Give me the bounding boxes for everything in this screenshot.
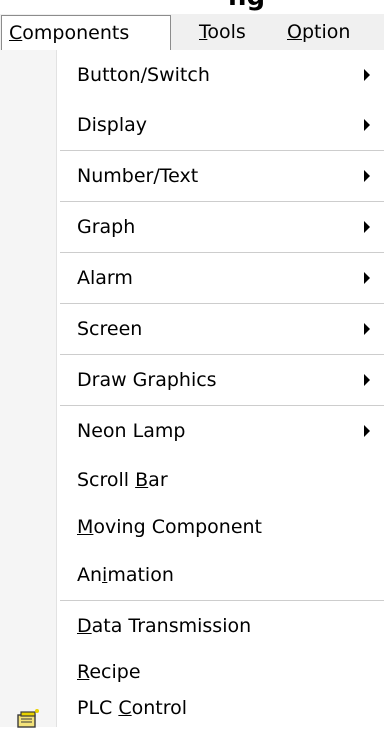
menu-item-label: Button/Switch [77,64,210,86]
mnemonic-letter: D [77,615,92,637]
menu-option[interactable]: Option [287,14,350,50]
mnemonic-letter: R [77,661,90,683]
menu-item-number-text[interactable]: Number/Text [0,151,384,201]
menu-item-label: Neon Lamp [77,420,186,442]
menu-item-alarm[interactable]: Alarm [0,253,384,303]
menu-item-neon-lamp[interactable]: Neon Lamp [0,406,384,456]
mnemonic-letter: B [135,469,149,491]
menu-components-label: omponents [22,22,130,44]
label-part: ar [148,469,168,491]
menu-item-moving-component[interactable]: Moving Component [0,502,384,552]
menu-bar: Components Tools Option [0,14,384,51]
menu-item-data-transmission[interactable]: Data Transmission [0,601,384,651]
menu-item-label: Alarm [77,267,133,289]
label-part: oving Component [93,516,263,538]
menu-item-label: Number/Text [77,165,199,187]
plc-control-icon [16,698,40,728]
submenu-arrow-icon [364,374,370,386]
submenu-arrow-icon [364,323,370,335]
label-part: PLC [77,697,119,719]
menu-tools-label: ools [207,21,246,43]
menu-option-mnemonic: O [287,21,302,43]
menu-item-display[interactable]: Display [0,100,384,150]
window-title-remnant: ng [0,0,384,14]
mnemonic-letter: M [77,516,94,538]
menu-components[interactable]: Components [1,15,171,51]
menu-item-animation[interactable]: Animation [0,550,384,600]
menu-item-label: Scroll Bar [77,455,168,505]
plc-control-icon-graphic [17,709,39,728]
menu-item-plc-control[interactable]: PLC Control [0,683,384,733]
menu-item-label: Data Transmission [77,601,251,651]
menu-item-screen[interactable]: Screen [0,304,384,354]
clipped-title-text: ng [228,0,265,12]
menu-item-button-switch[interactable]: Button/Switch [0,50,384,100]
submenu-arrow-icon [364,425,370,437]
label-part: An [77,564,103,586]
menu-item-label: Animation [77,550,174,600]
label-part: ontrol [131,697,188,719]
submenu-arrow-icon [364,272,370,284]
menu-item-scroll-bar[interactable]: Scroll Bar [0,455,384,505]
menu-item-label: Display [77,114,148,136]
menu-option-label: ption [301,21,351,43]
menu-item-label: Draw Graphics [77,369,217,391]
menu-tools[interactable]: Tools [199,14,246,50]
mnemonic-letter: C [118,697,132,719]
label-part: Scroll [77,469,136,491]
menu-item-label: Screen [77,318,143,340]
submenu-arrow-icon [364,170,370,182]
label-part: mation [107,564,174,586]
submenu-arrow-icon [364,221,370,233]
menu-item-label: Moving Component [77,502,262,552]
submenu-arrow-icon [364,69,370,81]
menu-item-label: Graph [77,216,136,238]
menu-item-label: PLC Control [77,683,187,733]
menu-item-draw-graphics[interactable]: Draw Graphics [0,355,384,405]
menu-components-mnemonic: C [9,22,23,44]
menu-item-graph[interactable]: Graph [0,202,384,252]
components-dropdown-menu: Button/Switch Display Number/Text Graph … [0,50,384,728]
submenu-arrow-icon [364,119,370,131]
label-part: ata Transmission [91,615,252,637]
label-part: ecipe [89,661,141,683]
